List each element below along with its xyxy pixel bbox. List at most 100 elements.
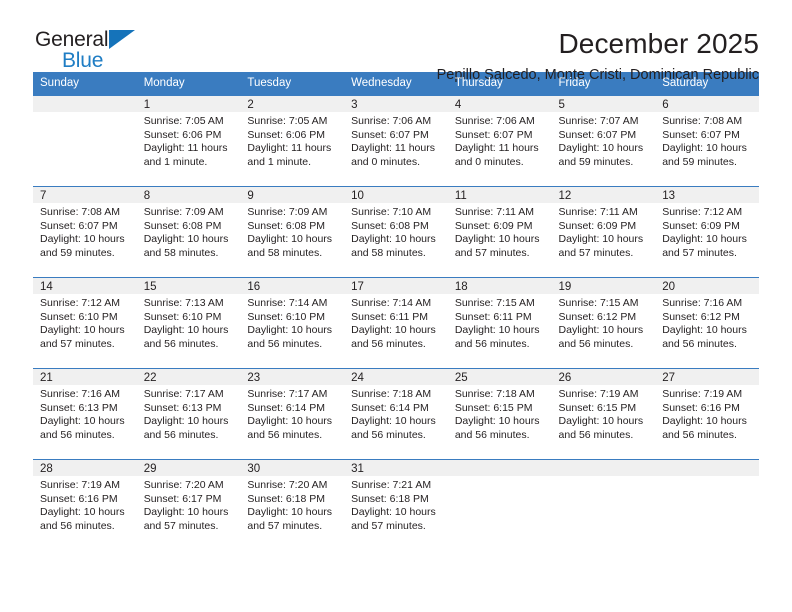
day-daylight-text: Daylight: 10 hours: [558, 324, 644, 337]
logo-text-blue: Blue: [62, 49, 104, 72]
day-sunrise-text: Sunrise: 7:05 AM: [247, 115, 328, 127]
day-daylight-text: Daylight: 10 hours: [143, 415, 229, 428]
calendar-day-cell[interactable]: 7 Sunrise: 7:08 AM Sunset: 6:07 PM Daylight…: [33, 186, 137, 278]
calendar-day-cell[interactable]: 18 Sunrise: 7:15 AM Sunset: 6:11 PM Dayligh…: [447, 277, 552, 369]
day-number: 4: [447, 96, 552, 112]
calendar-day-cell[interactable]: 3 Sunrise: 7:06 AM Sunset: 6:07 PM Daylight…: [344, 95, 448, 187]
calendar-day-cell[interactable]: 16 Sunrise: 7:14 AM Sunset: 6:10 PM Dayligh…: [240, 277, 345, 369]
day-daylight-text: Daylight: 10 hours: [40, 233, 125, 246]
calendar-day-cell[interactable]: 24 Sunrise: 7:18 AM Sunset: 6:14 PM Dayligh…: [344, 368, 448, 460]
calendar-day-cell[interactable]: 23 Sunrise: 7:17 AM Sunset: 6:14 PM Dayligh…: [240, 368, 345, 460]
day-sunrise-text: Sunrise: 7:08 AM: [40, 206, 120, 218]
day-cell-content: 18 Sunrise: 7:15 AM Sunset: 6:11 PM Dayligh…: [447, 278, 552, 368]
day-sun-info: Sunrise: 7:07 AM Sunset: 6:07 PM Daylight:…: [552, 112, 656, 169]
calendar-day-cell[interactable]: 12 Sunrise: 7:11 AM Sunset: 6:09 PM Dayligh…: [551, 186, 656, 278]
day-sunrise-text: Sunrise: 7:13 AM: [143, 297, 224, 309]
day-sunset-text: Sunset: 6:14 PM: [351, 401, 429, 414]
calendar-day-cell[interactable]: 20 Sunrise: 7:16 AM Sunset: 6:12 PM Dayligh…: [655, 277, 759, 369]
day-number: 31: [344, 460, 448, 476]
day-cell-content: 4 Sunrise: 7:06 AM Sunset: 6:07 PM Daylight…: [447, 96, 552, 186]
day-number: 17: [344, 278, 448, 294]
day-number: 1: [136, 96, 241, 112]
day-sunrise-text: Sunrise: 7:09 AM: [143, 206, 224, 218]
day-sun-info: Sunrise: 7:18 AM Sunset: 6:14 PM Daylight:…: [344, 385, 448, 442]
day-sunrise-text: Sunrise: 7:16 AM: [40, 388, 120, 400]
day-sunrise-text: Sunrise: 7:12 AM: [662, 206, 743, 218]
day-daylight-text: Daylight: 10 hours: [247, 233, 333, 246]
day-number: 28: [33, 460, 137, 476]
day-sunset-text: Sunset: 6:08 PM: [351, 219, 429, 232]
calendar-day-cell[interactable]: 25 Sunrise: 7:18 AM Sunset: 6:15 PM Dayligh…: [447, 368, 552, 460]
day-sunset-text: Sunset: 6:10 PM: [247, 310, 326, 323]
day-daylight-text: Daylight: 11 hours: [143, 142, 228, 155]
day-number: 25: [447, 369, 552, 385]
calendar-day-cell[interactable]: 21 Sunrise: 7:16 AM Sunset: 6:13 PM Dayligh…: [33, 368, 137, 460]
calendar-day-cell[interactable]: 5 Sunrise: 7:07 AM Sunset: 6:07 PM Daylight…: [551, 95, 656, 187]
day-daylight2-text: and 56 minutes.: [558, 428, 634, 441]
day-daylight-text: Daylight: 10 hours: [351, 506, 436, 519]
day-number: 27: [655, 369, 759, 385]
day-cell-content: 16 Sunrise: 7:14 AM Sunset: 6:10 PM Dayligh…: [240, 278, 345, 368]
calendar-week-row: 28 Sunrise: 7:19 AM Sunset: 6:16 PM Dayligh…: [33, 459, 759, 550]
day-number: 21: [33, 369, 137, 385]
day-cell-content: 1 Sunrise: 7:05 AM Sunset: 6:06 PM Daylight…: [136, 96, 241, 186]
day-daylight-text: Daylight: 10 hours: [143, 506, 229, 519]
day-sun-info: Sunrise: 7:15 AM Sunset: 6:11 PM Daylight:…: [448, 294, 552, 351]
day-daylight-text: Daylight: 10 hours: [40, 324, 125, 337]
calendar-day-cell[interactable]: 29 Sunrise: 7:20 AM Sunset: 6:17 PM Dayligh…: [136, 459, 241, 550]
day-sunset-text: Sunset: 6:09 PM: [454, 219, 533, 232]
calendar-empty-cell: [655, 459, 759, 550]
day-sunset-text: Sunset: 6:06 PM: [247, 128, 326, 141]
day-number: 12: [551, 187, 656, 203]
day-sunset-text: Sunset: 6:15 PM: [454, 401, 533, 414]
calendar-day-cell[interactable]: 31 Sunrise: 7:21 AM Sunset: 6:18 PM Dayligh…: [344, 459, 448, 550]
day-sunrise-text: Sunrise: 7:05 AM: [143, 115, 224, 127]
day-number: 18: [447, 278, 552, 294]
day-daylight2-text: and 56 minutes.: [143, 428, 219, 441]
day-daylight2-text: and 57 minutes.: [454, 246, 530, 259]
day-daylight-text: Daylight: 10 hours: [558, 415, 644, 428]
calendar-day-cell[interactable]: 28 Sunrise: 7:19 AM Sunset: 6:16 PM Dayligh…: [33, 459, 137, 550]
calendar-day-cell[interactable]: 9 Sunrise: 7:09 AM Sunset: 6:08 PM Daylight…: [240, 186, 345, 278]
calendar-day-cell[interactable]: 11 Sunrise: 7:11 AM Sunset: 6:09 PM Dayligh…: [447, 186, 552, 278]
calendar-day-cell[interactable]: 22 Sunrise: 7:17 AM Sunset: 6:13 PM Dayligh…: [136, 368, 241, 460]
calendar-day-cell[interactable]: 14 Sunrise: 7:12 AM Sunset: 6:10 PM Dayligh…: [33, 277, 137, 369]
day-sunset-text: Sunset: 6:07 PM: [40, 219, 118, 232]
calendar-day-cell[interactable]: 15 Sunrise: 7:13 AM Sunset: 6:10 PM Dayligh…: [136, 277, 241, 369]
calendar-day-cell[interactable]: 1 Sunrise: 7:05 AM Sunset: 6:06 PM Daylight…: [136, 95, 241, 187]
day-sunrise-text: Sunrise: 7:06 AM: [351, 115, 432, 127]
calendar-day-cell[interactable]: 30 Sunrise: 7:20 AM Sunset: 6:18 PM Dayligh…: [240, 459, 345, 550]
day-sun-info: Sunrise: 7:14 AM Sunset: 6:10 PM Daylight:…: [240, 294, 344, 351]
calendar-day-cell[interactable]: 4 Sunrise: 7:06 AM Sunset: 6:07 PM Daylight…: [447, 95, 552, 187]
day-sun-info: Sunrise: 7:12 AM Sunset: 6:10 PM Daylight:…: [33, 294, 137, 351]
calendar-day-cell[interactable]: 2 Sunrise: 7:05 AM Sunset: 6:06 PM Daylight…: [240, 95, 345, 187]
day-sunrise-text: Sunrise: 7:06 AM: [454, 115, 535, 127]
day-sun-info: Sunrise: 7:19 AM Sunset: 6:16 PM Daylight:…: [33, 476, 137, 533]
day-cell-content: 27 Sunrise: 7:19 AM Sunset: 6:16 PM Dayligh…: [655, 369, 759, 459]
calendar-day-cell[interactable]: 6 Sunrise: 7:08 AM Sunset: 6:07 PM Daylight…: [655, 95, 759, 187]
page-title: December 2025: [558, 28, 759, 59]
calendar-day-cell[interactable]: 8 Sunrise: 7:09 AM Sunset: 6:08 PM Daylight…: [136, 186, 241, 278]
day-daylight2-text: and 57 minutes.: [247, 519, 323, 532]
day-sunset-text: Sunset: 6:06 PM: [143, 128, 222, 141]
calendar-day-cell[interactable]: 26 Sunrise: 7:19 AM Sunset: 6:15 PM Dayligh…: [551, 368, 656, 460]
day-daylight-text: Daylight: 10 hours: [351, 415, 436, 428]
day-daylight-text: Daylight: 10 hours: [247, 324, 333, 337]
day-number: 29: [136, 460, 241, 476]
calendar-day-cell[interactable]: 13 Sunrise: 7:12 AM Sunset: 6:09 PM Dayligh…: [655, 186, 759, 278]
day-number: 22: [136, 369, 241, 385]
day-sunrise-text: Sunrise: 7:19 AM: [40, 479, 120, 491]
day-sunrise-text: Sunrise: 7:11 AM: [454, 206, 534, 218]
calendar-day-cell[interactable]: 27 Sunrise: 7:19 AM Sunset: 6:16 PM Dayligh…: [655, 368, 759, 460]
calendar-day-cell[interactable]: 10 Sunrise: 7:10 AM Sunset: 6:08 PM Dayligh…: [344, 186, 448, 278]
calendar-day-cell[interactable]: 17 Sunrise: 7:14 AM Sunset: 6:11 PM Dayligh…: [344, 277, 448, 369]
day-daylight-text: Daylight: 10 hours: [454, 324, 540, 337]
day-daylight2-text: and 59 minutes.: [40, 246, 115, 259]
calendar-table: Sunday Monday Tuesday Wednesday Thursday Frid…: [33, 72, 759, 550]
day-number: 3: [344, 96, 448, 112]
day-sunset-text: Sunset: 6:15 PM: [558, 401, 637, 414]
day-daylight2-text: and 56 minutes.: [247, 337, 323, 350]
calendar-day-cell[interactable]: 19 Sunrise: 7:15 AM Sunset: 6:12 PM Dayligh…: [551, 277, 656, 369]
day-sunrise-text: Sunrise: 7:20 AM: [247, 479, 328, 491]
day-sun-info: Sunrise: 7:08 AM Sunset: 6:07 PM Daylight:…: [33, 203, 137, 260]
